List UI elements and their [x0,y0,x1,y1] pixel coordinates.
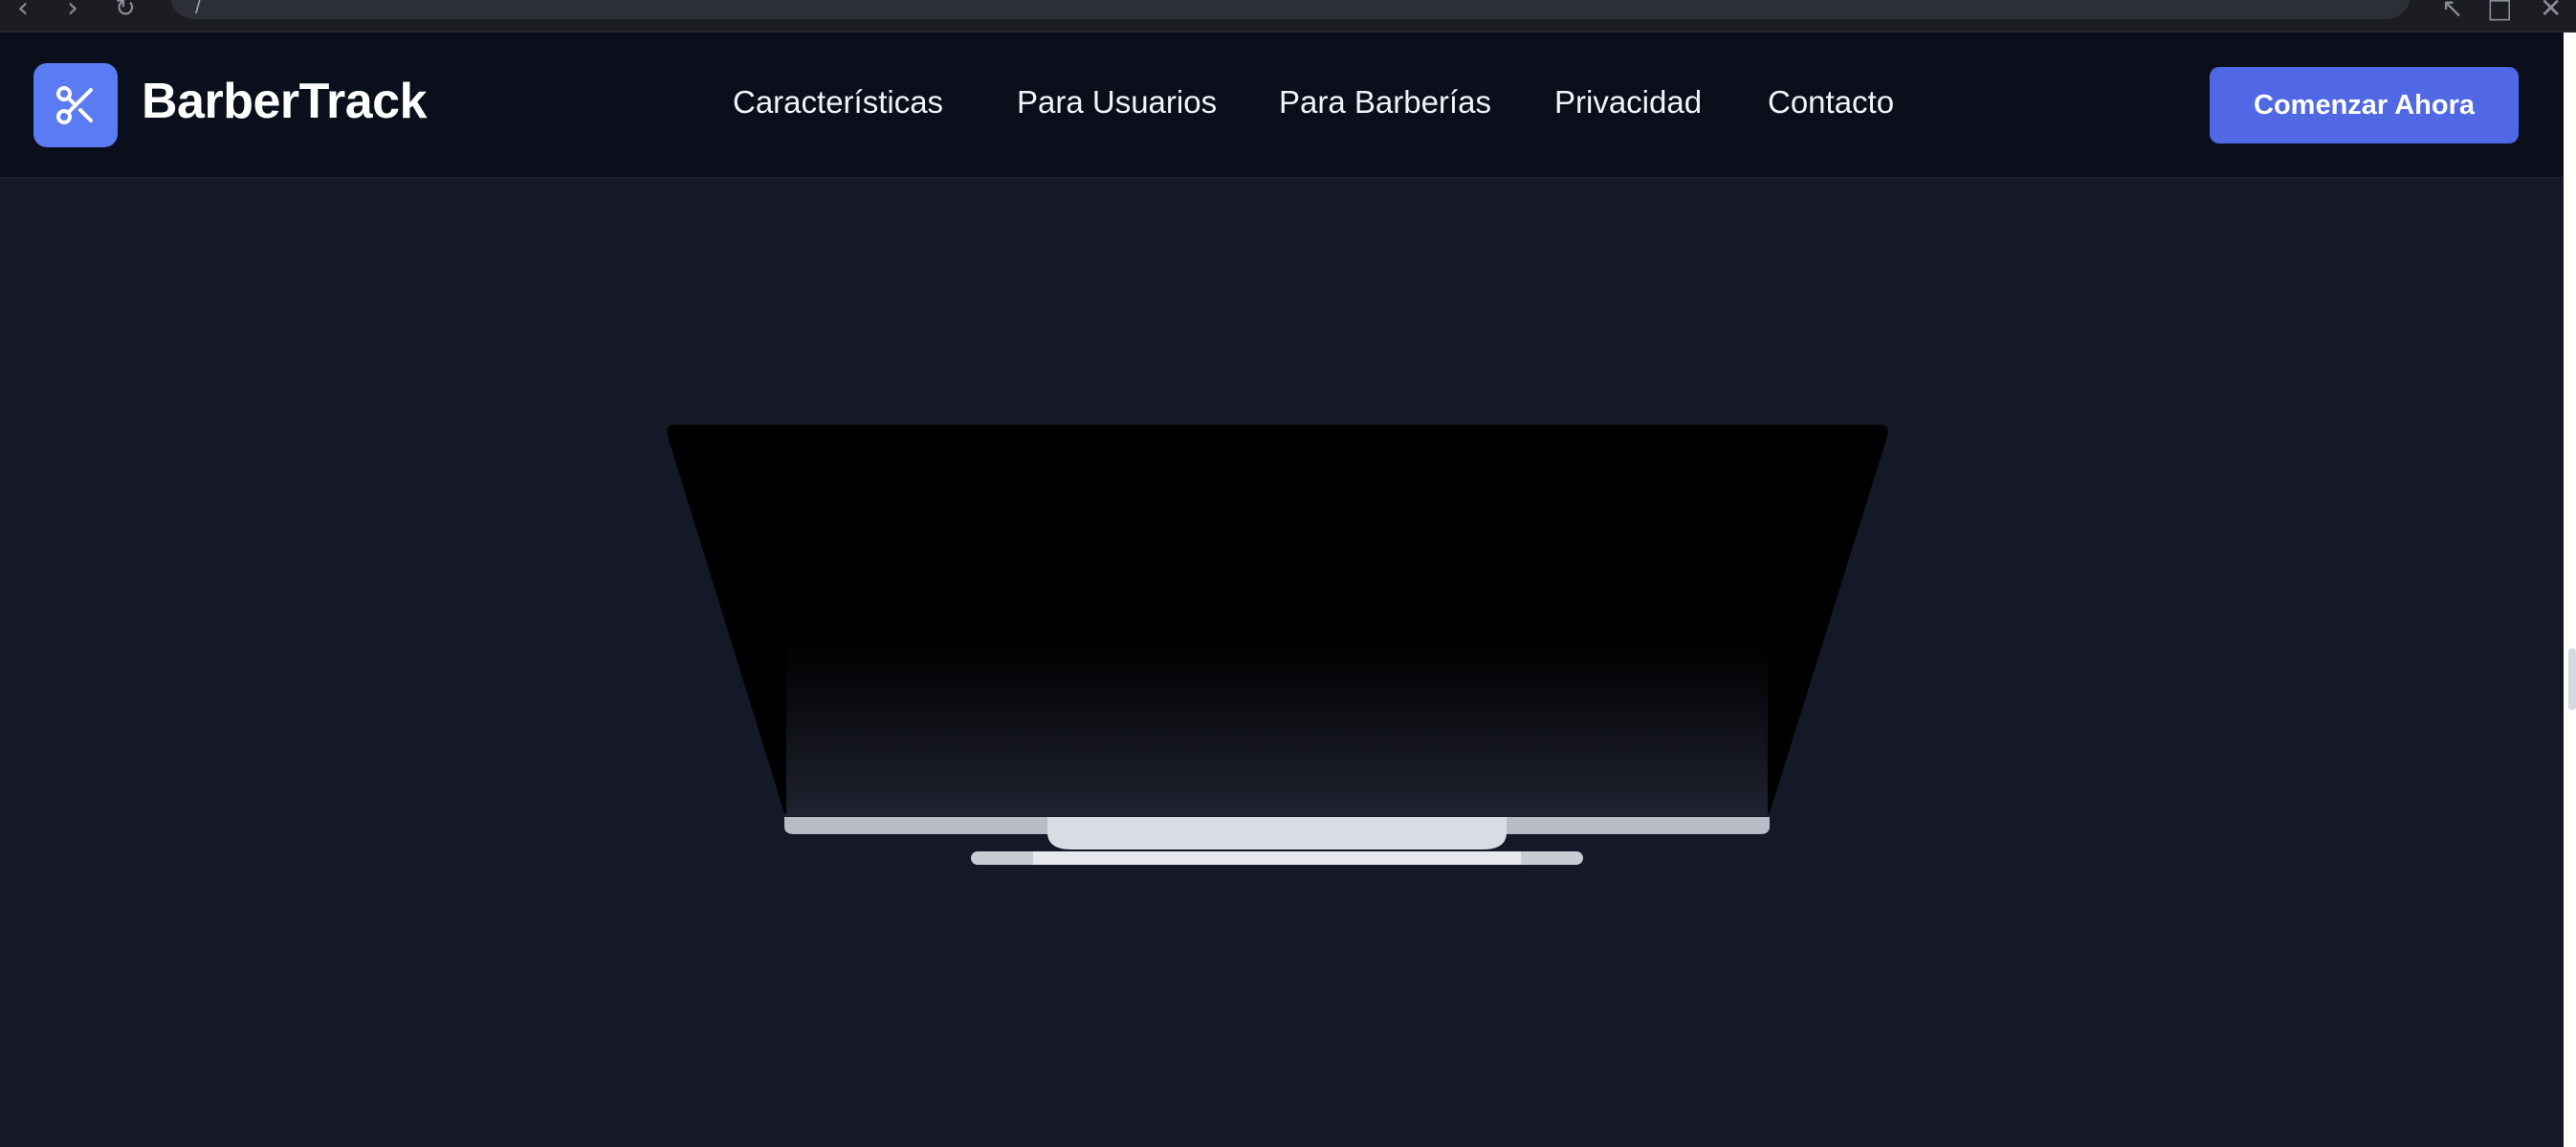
nav-link-users[interactable]: Para Usuarios [1017,84,1217,121]
site-header: BarberTrack Características Para Usuario… [0,33,2564,178]
laptop-illustration [667,425,1888,865]
page-edge [2564,33,2576,1147]
scrollbar-thumb[interactable] [2568,649,2576,710]
nav-link-features[interactable]: Características [733,84,943,121]
reload-icon[interactable]: ↻ [115,0,136,23]
logo[interactable] [33,63,118,147]
nav-link-privacy[interactable]: Privacidad [1554,84,1702,121]
address-text: ​/ [195,0,202,18]
share-icon[interactable]: □ [2487,0,2512,24]
forward-icon[interactable]: › [67,0,78,23]
close-icon[interactable]: ✕ [2540,0,2562,24]
address-bar[interactable]: ​/ [170,0,2411,19]
browser-toolbar: ‹ › ↻ ​/ ↖ □ ✕ [0,0,2576,33]
nav-link-barbershops[interactable]: Para Barberías [1279,84,1491,121]
start-now-button[interactable]: Comenzar Ahora [2210,67,2519,143]
laptop-foot-highlight [1033,851,1521,865]
page: ‹ › ↻ ​/ ↖ □ ✕ BarberTrack Característic… [0,0,2576,1147]
brand-name[interactable]: BarberTrack [142,73,428,130]
scissors-icon [56,86,93,124]
nav-link-contact[interactable]: Contacto [1768,84,1894,121]
laptop-hinge [1047,817,1507,849]
back-icon[interactable]: ‹ [17,0,29,23]
laptop-screen [786,429,1768,816]
cursor-icon: ↖ [2441,0,2464,24]
